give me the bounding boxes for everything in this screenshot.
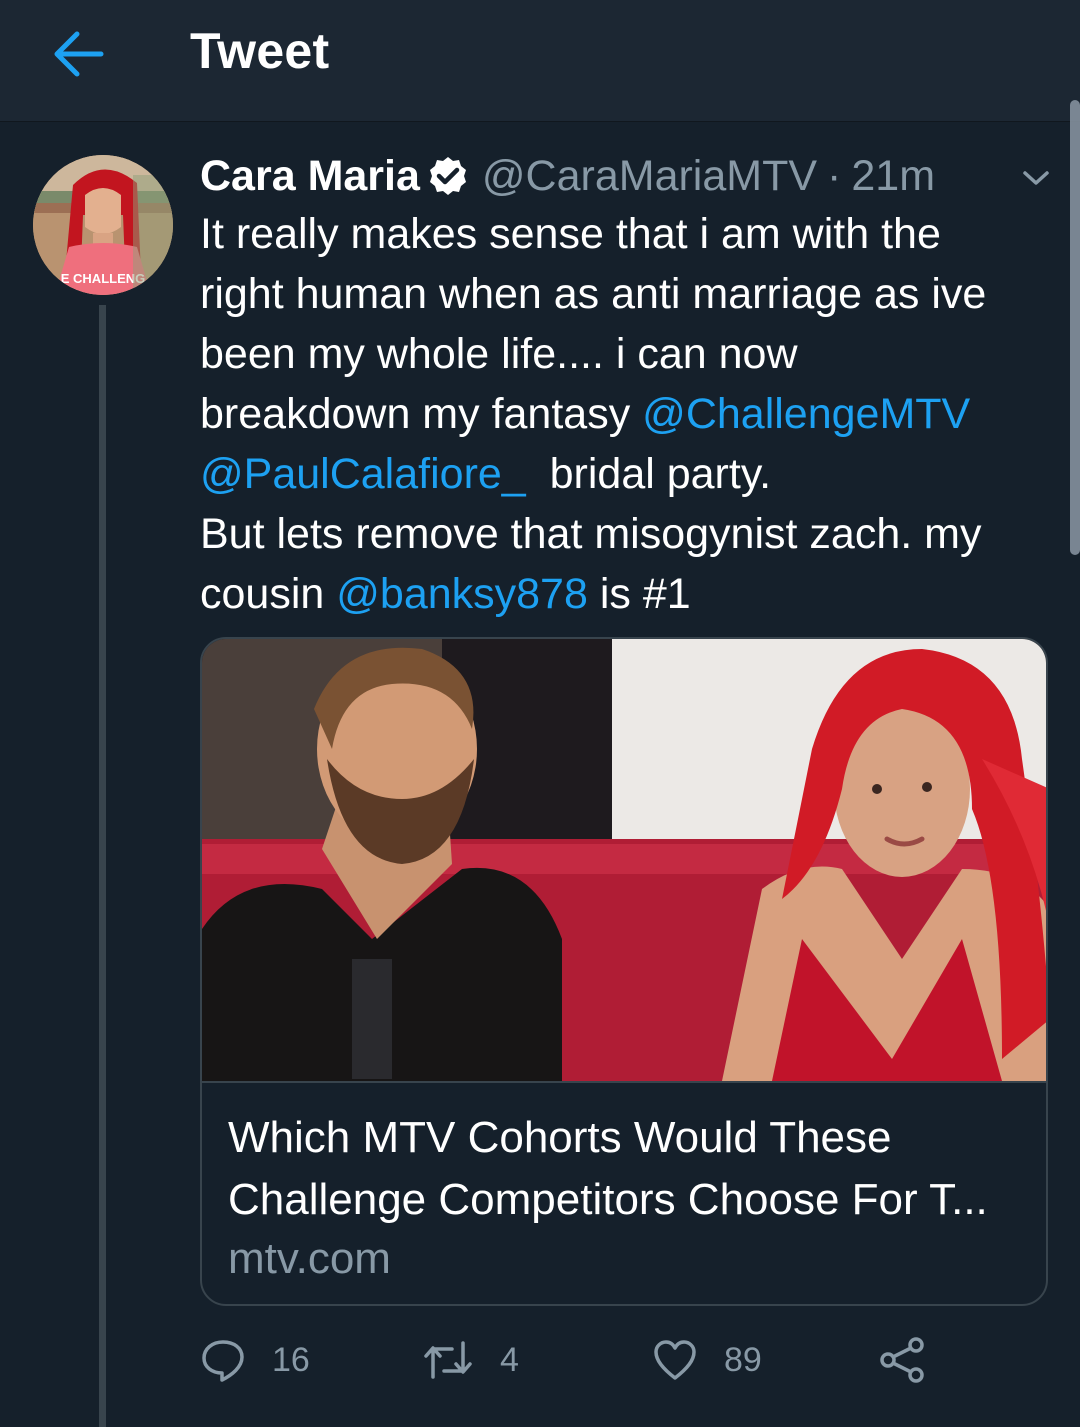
card-divider xyxy=(202,1081,1046,1083)
share-button[interactable] xyxy=(878,1332,926,1388)
tweet-text-segment: breakdown my fantasy xyxy=(200,390,643,438)
tweet-menu-button[interactable] xyxy=(1012,158,1060,198)
tweet-header: Cara Maria @CaraMariaMTV · 21m xyxy=(200,148,970,204)
reply-icon xyxy=(202,1340,244,1382)
card-title-line: Which MTV Cohorts Would These xyxy=(228,1113,892,1162)
link-preview-card[interactable]: Which MTV Cohorts Would These Challenge … xyxy=(200,637,1048,1306)
app-header: Tweet xyxy=(0,0,1080,122)
scrollbar[interactable] xyxy=(1070,100,1080,555)
tweet-text-segment: right human when as anti marriage as ive xyxy=(200,270,987,318)
arrow-left-icon xyxy=(54,31,104,77)
like-count: 89 xyxy=(724,1340,762,1379)
mention-link[interactable]: @ChallengeMTV xyxy=(642,390,970,438)
tweet-text-line: breakdown my fantasy @ChallengeMTV xyxy=(200,384,1060,444)
mention-link[interactable]: @PaulCalafiore_ xyxy=(200,450,526,498)
tweet-text-segment: It really makes sense that i am with the xyxy=(200,210,941,258)
heart-icon xyxy=(654,1340,696,1380)
reply-count: 16 xyxy=(272,1340,310,1379)
tweet-detail-screen: Tweet E CHALLENG Cara Maria @CaraMariaMT… xyxy=(0,0,1080,1427)
tweet-text-line: It really makes sense that i am with the xyxy=(200,204,1060,264)
reply-button[interactable]: 16 xyxy=(200,1332,310,1388)
retweet-button[interactable]: 4 xyxy=(422,1332,519,1388)
author-name[interactable]: Cara Maria xyxy=(200,152,420,201)
tweet-text-line: right human when as anti marriage as ive xyxy=(200,264,1060,324)
card-domain: mtv.com xyxy=(228,1234,391,1283)
page-title: Tweet xyxy=(190,23,330,79)
tweet-text-line: cousin @banksy878 is #1 xyxy=(200,564,1060,624)
tweet-text-line: @PaulCalafiore_ bridal party. xyxy=(200,444,1060,504)
author-handle[interactable]: @CaraMariaMTV xyxy=(482,152,817,201)
like-button[interactable]: 89 xyxy=(652,1332,762,1388)
share-icon xyxy=(880,1337,924,1383)
tweet-body: It really makes sense that i am with the… xyxy=(200,204,1060,624)
avatar-photo: E CHALLENG xyxy=(33,155,173,295)
mention-link[interactable]: @banksy878 xyxy=(336,570,588,618)
meta-separator: · xyxy=(827,151,842,200)
verified-badge-icon xyxy=(428,156,468,196)
tweet-text-line: But lets remove that misogynist zach. my xyxy=(200,504,1060,564)
tweet-text-segment: bridal party. xyxy=(525,450,772,498)
tweet-text-line: been my whole life.... i can now xyxy=(200,324,1060,384)
card-title: Which MTV Cohorts Would These Challenge … xyxy=(228,1107,1028,1231)
avatar[interactable]: E CHALLENG xyxy=(33,155,173,295)
tweet-text-segment: is #1 xyxy=(587,570,691,618)
card-image xyxy=(202,639,1046,1081)
tweet-text-segment: But lets remove that misogynist zach. my xyxy=(200,510,982,558)
avatar-text: E CHALLENG xyxy=(61,271,146,286)
retweet-count: 4 xyxy=(500,1340,519,1379)
chevron-down-icon xyxy=(1023,171,1049,185)
tweet-text-segment: cousin xyxy=(200,570,337,618)
card-title-line: Challenge Competitors Choose For T... xyxy=(228,1175,988,1224)
back-button[interactable] xyxy=(46,22,110,86)
retweet-icon xyxy=(424,1341,472,1379)
tweet-text-segment: been my whole life.... i can now xyxy=(200,330,798,378)
tweet-timestamp[interactable]: 21m xyxy=(851,152,935,201)
thread-line xyxy=(99,305,106,1427)
